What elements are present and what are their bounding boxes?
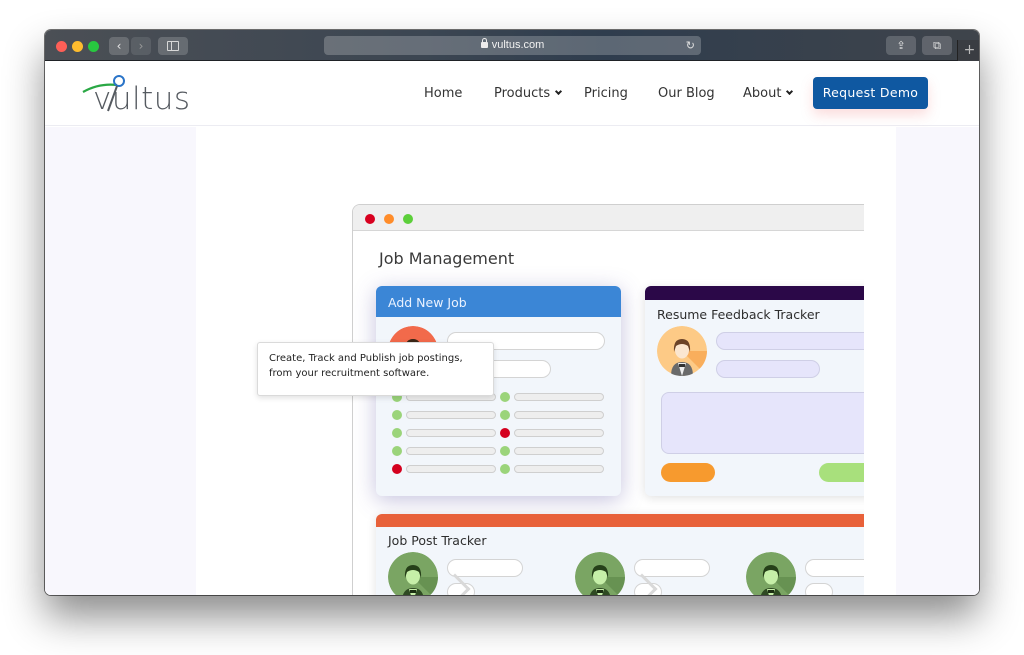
nav-products[interactable]: Products xyxy=(494,86,563,101)
browser-window: ‹ › vultus.com ↻ ⇪ ⧉ + vultus Home Produ… xyxy=(45,30,979,595)
person-avatar-icon xyxy=(657,326,707,376)
placeholder-line xyxy=(406,429,496,437)
nav-pricing[interactable]: Pricing xyxy=(584,86,628,101)
show-tabs-button[interactable]: ⧉ xyxy=(922,36,952,55)
mock-window-bar xyxy=(353,205,864,231)
placeholder-line xyxy=(514,447,604,455)
mock-red-dot xyxy=(365,214,375,224)
chevron-right-icon: › xyxy=(138,39,144,53)
close-window-button[interactable] xyxy=(56,41,67,52)
nav-blog[interactable]: Our Blog xyxy=(658,86,715,101)
status-dot-red xyxy=(392,464,402,474)
add-new-job-header: Add New Job xyxy=(376,286,621,317)
person-avatar-icon xyxy=(575,552,625,595)
placeholder-field xyxy=(716,332,864,350)
forward-button[interactable]: › xyxy=(131,37,151,55)
tabs-icon: ⧉ xyxy=(933,39,941,52)
mock-orange-dot xyxy=(384,214,394,224)
share-icon: ⇪ xyxy=(896,39,906,52)
status-dot-green xyxy=(500,410,510,420)
feature-tooltip: Create, Track and Publish job postings, … xyxy=(257,342,494,396)
address-bar[interactable]: vultus.com ↻ xyxy=(324,36,701,55)
status-dot-green xyxy=(500,446,510,456)
site-header: vultus Home Products Pricing Our Blog Ab… xyxy=(45,61,979,126)
lock-icon xyxy=(480,38,488,48)
job-post-card-title: Job Post Tracker xyxy=(388,533,487,548)
placeholder-field xyxy=(716,360,820,378)
person-avatar-icon xyxy=(746,552,796,595)
share-button[interactable]: ⇪ xyxy=(886,36,916,55)
new-tab-button[interactable]: + xyxy=(957,40,979,61)
orange-action-pill xyxy=(661,463,715,482)
status-dot-green xyxy=(500,392,510,402)
placeholder-field xyxy=(634,559,710,577)
status-dot-green xyxy=(500,464,510,474)
mock-green-dot xyxy=(403,214,413,224)
nav-products-label: Products xyxy=(494,86,551,101)
person-avatar-icon xyxy=(388,552,438,595)
plus-icon: + xyxy=(963,42,976,58)
request-demo-button[interactable]: Request Demo xyxy=(813,77,928,109)
chevron-down-icon xyxy=(555,87,563,96)
minimize-window-button[interactable] xyxy=(72,41,83,52)
reload-icon[interactable]: ↻ xyxy=(686,36,695,55)
browser-toolbar: ‹ › vultus.com ↻ ⇪ ⧉ + xyxy=(45,30,979,61)
status-dot-red xyxy=(500,428,510,438)
placeholder-line xyxy=(406,447,496,455)
resume-card-title: Resume Feedback Tracker xyxy=(657,307,820,322)
job-post-tracker-card: Job Post Tracker xyxy=(376,514,864,595)
resume-feedback-tracker-card: Resume Feedback Tracker xyxy=(645,286,864,496)
placeholder-line xyxy=(514,393,604,401)
resume-card-bar xyxy=(645,286,864,300)
mock-title: Job Management xyxy=(379,249,515,268)
status-dot-green xyxy=(392,446,402,456)
placeholder-field xyxy=(447,559,523,577)
placeholder-field xyxy=(805,559,864,577)
job-management-illustration: Job Management Add New Job Resume Feedba… xyxy=(352,204,864,595)
status-dot-green xyxy=(392,428,402,438)
placeholder-line xyxy=(514,429,604,437)
nav-about[interactable]: About xyxy=(743,86,794,101)
chevron-down-icon xyxy=(786,87,794,96)
job-post-card-bar xyxy=(376,514,864,527)
placeholder-line xyxy=(406,411,496,419)
url-text: vultus.com xyxy=(491,39,545,51)
logo-text: vultus xyxy=(93,81,191,117)
feedback-textbox xyxy=(661,392,864,454)
nav-about-label: About xyxy=(743,86,782,101)
status-dot-green xyxy=(392,410,402,420)
sidebar-toggle-button[interactable] xyxy=(158,37,188,55)
placeholder-line xyxy=(514,411,604,419)
web-page: vultus Home Products Pricing Our Blog Ab… xyxy=(45,61,979,595)
green-action-pill xyxy=(819,463,864,482)
placeholder-field xyxy=(805,583,833,595)
vultus-logo[interactable]: vultus xyxy=(81,71,191,119)
placeholder-line xyxy=(406,465,496,473)
sidebar-icon xyxy=(167,41,179,51)
placeholder-line xyxy=(514,465,604,473)
nav-home[interactable]: Home xyxy=(424,86,462,101)
maximize-window-button[interactable] xyxy=(88,41,99,52)
chevron-left-icon: ‹ xyxy=(116,39,122,53)
back-button[interactable]: ‹ xyxy=(109,37,129,55)
